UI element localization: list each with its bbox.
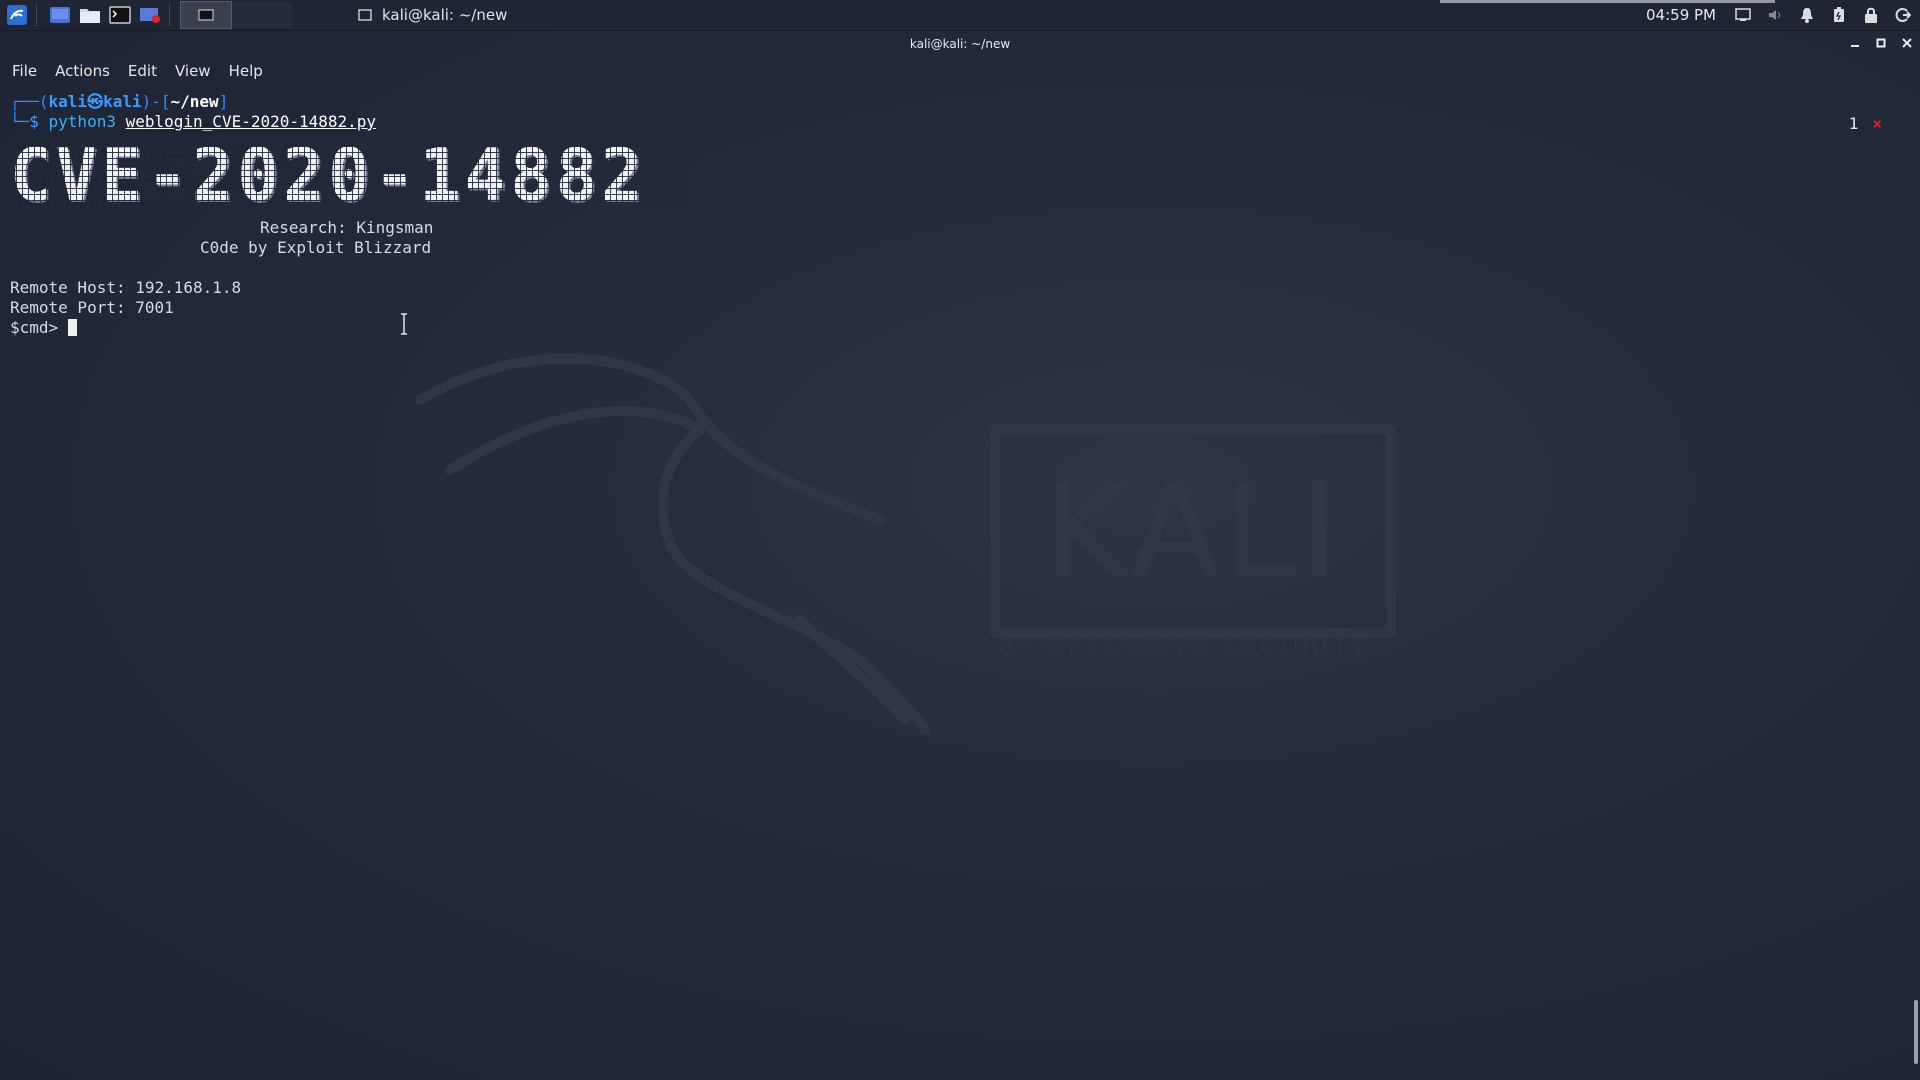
taskbar-terminal-item[interactable]: kali@kali: ~/new xyxy=(346,0,540,30)
logout-icon[interactable] xyxy=(1894,6,1912,24)
window-title: kali@kali: ~/new xyxy=(909,37,1011,51)
maximize-button[interactable] xyxy=(1874,36,1888,50)
cmd-prompt: $cmd> xyxy=(10,318,59,337)
close-button[interactable] xyxy=(1900,36,1914,50)
menu-view[interactable]: View xyxy=(175,60,221,84)
codeby-line: C0de by Exploit Blizzard xyxy=(10,238,1900,258)
file-manager-icon[interactable] xyxy=(77,2,103,28)
remote-host-line: Remote Host: 192.168.1.8 xyxy=(10,278,242,297)
prompt-host: kali xyxy=(103,92,142,111)
display-icon[interactable] xyxy=(1734,6,1752,24)
minimize-icon xyxy=(1851,45,1859,47)
prompt-line-2: └─$ python3 weblogin_CVE-2020-14882.py xyxy=(10,112,377,131)
workspace-2[interactable] xyxy=(232,2,292,28)
menu-bar: File Actions Edit View Help xyxy=(0,60,281,84)
close-icon xyxy=(1902,38,1912,48)
window-titlebar[interactable]: kali@kali: ~/new xyxy=(0,31,1920,57)
maximize-icon xyxy=(1876,38,1886,48)
workspace-1[interactable] xyxy=(180,1,232,29)
prompt-at: ㉿ xyxy=(87,92,104,111)
clock[interactable]: 04:59 PM xyxy=(1646,6,1716,24)
top-panel: kali@kali: ~/new 04:59 PM xyxy=(0,0,1920,31)
remote-port-line: Remote Port: 7001 xyxy=(10,298,174,317)
menu-help[interactable]: Help xyxy=(229,60,273,84)
text-cursor-block xyxy=(67,319,77,336)
terminal-output[interactable]: ┌──(kali㉿kali)-[~/new] └─$ python3 weblo… xyxy=(10,92,1900,1080)
research-line: Research: Kingsman xyxy=(10,218,1900,238)
prompt-path: ~/new xyxy=(170,92,219,111)
notification-bell-icon[interactable] xyxy=(1798,6,1816,24)
menu-edit[interactable]: Edit xyxy=(128,60,167,84)
power-manager-icon[interactable] xyxy=(1830,6,1848,24)
command-file: weblogin_CVE-2020-14882.py xyxy=(125,112,377,131)
desktop-icon[interactable] xyxy=(47,2,73,28)
taskbar-title: kali@kali: ~/new xyxy=(382,6,508,24)
terminal-icon[interactable] xyxy=(107,2,133,28)
lock-icon[interactable] xyxy=(1862,6,1880,24)
volume-icon[interactable] xyxy=(1766,6,1784,24)
ascii-banner: CVE-2020-14882 xyxy=(10,133,690,217)
prompt-user: kali xyxy=(48,92,88,111)
command-name: python3 xyxy=(48,112,116,131)
minimize-button[interactable] xyxy=(1848,36,1862,50)
codeby-text: C0de by Exploit Blizzard xyxy=(200,238,432,257)
menu-file[interactable]: File xyxy=(12,60,47,84)
prompt-line-1: ┌──(kali㉿kali)-[~/new] xyxy=(10,92,229,111)
screenshot-icon[interactable] xyxy=(137,2,163,28)
terminal-scrollbar[interactable] xyxy=(1914,1000,1918,1064)
banner-text: CVE-2020-14882 xyxy=(10,133,647,217)
menu-actions[interactable]: Actions xyxy=(55,60,120,84)
window-icon xyxy=(358,9,372,21)
research-text: Research: Kingsman xyxy=(260,218,434,237)
cmd-input-line[interactable]: $cmd> xyxy=(10,318,1900,338)
kali-menu-icon[interactable] xyxy=(4,2,30,28)
ibeam-cursor-icon xyxy=(401,313,407,335)
